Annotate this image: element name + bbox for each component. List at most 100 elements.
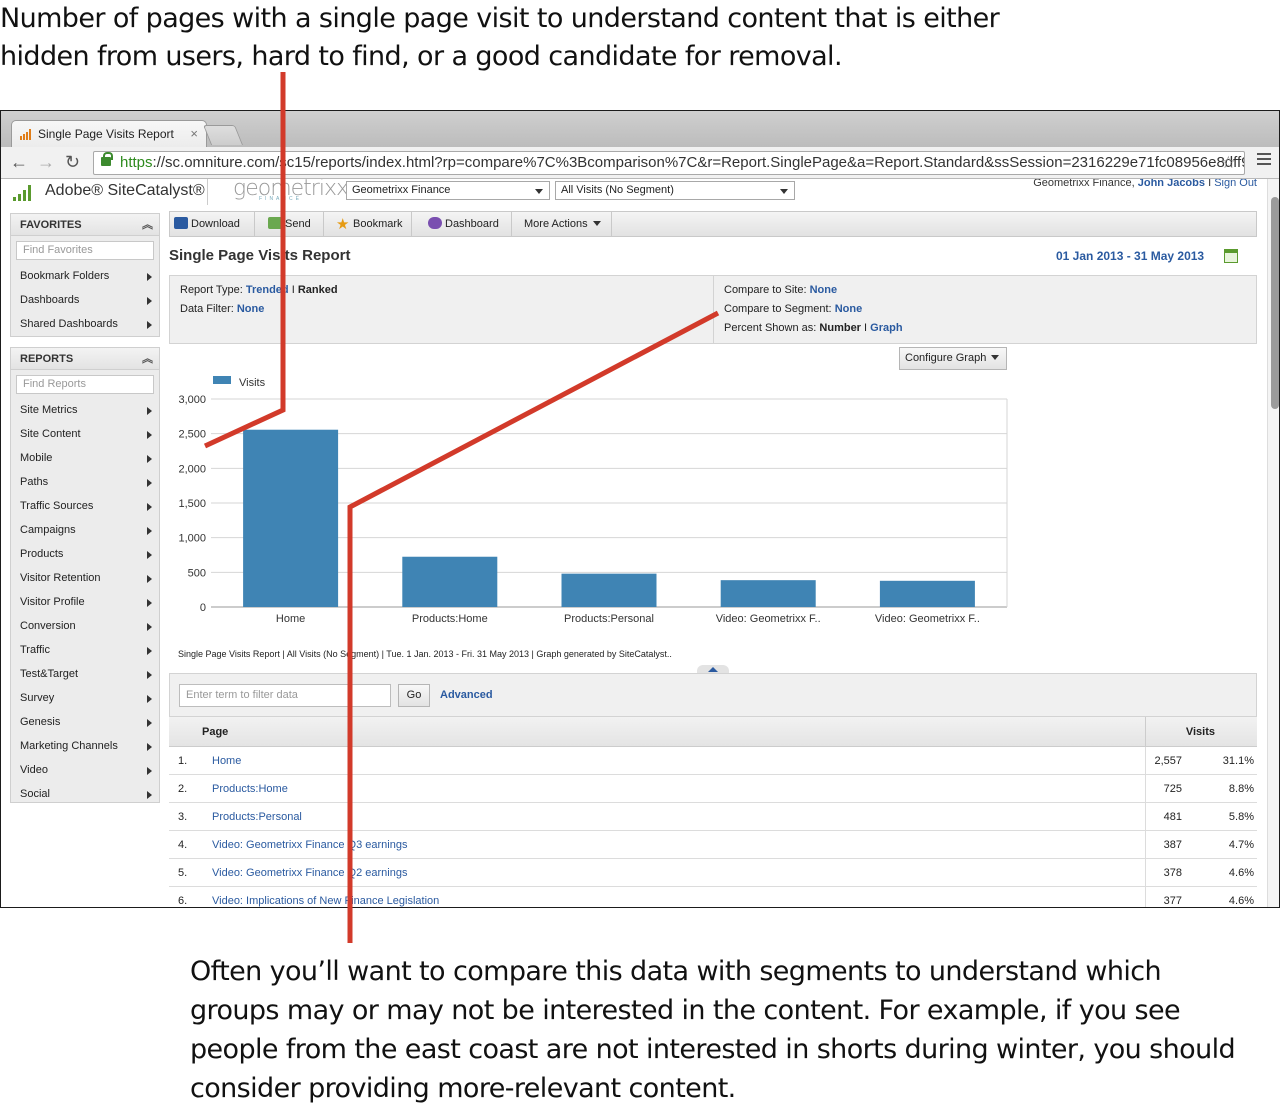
sidebar-item-social[interactable]: Social xyxy=(11,782,159,806)
chevron-right-icon xyxy=(147,719,152,727)
browser-menu-icon[interactable] xyxy=(1257,153,1271,168)
back-icon[interactable]: ← xyxy=(10,152,28,172)
sidebar-item-mobile[interactable]: Mobile xyxy=(11,446,159,470)
tab-single-page-visits[interactable]: Single Page Visits Report × xyxy=(11,120,207,147)
x-tick-label: Products:Home xyxy=(412,613,488,625)
scrollbar-thumb[interactable] xyxy=(1271,197,1279,409)
favorites-header[interactable]: FAVORITES ︽ xyxy=(11,214,159,236)
send-button[interactable]: Send xyxy=(264,212,324,236)
configure-graph-button[interactable]: Configure Graph xyxy=(899,347,1007,370)
trended-link[interactable]: Trended xyxy=(246,284,289,296)
dashboard-label: Dashboard xyxy=(445,218,499,230)
vertical-scrollbar[interactable] xyxy=(1267,179,1279,907)
dashboard-button[interactable]: Dashboard xyxy=(424,212,512,236)
bar[interactable] xyxy=(402,556,498,607)
chevron-right-icon xyxy=(147,297,152,305)
address-bar[interactable]: https://sc.omniture.com/sc15/reports/ind… xyxy=(93,151,1245,175)
sidebar-item-label: Conversion xyxy=(20,620,76,632)
report-type-line: Report Type: Trended I Ranked xyxy=(180,284,338,296)
user-name-link[interactable]: John Jacobs xyxy=(1138,179,1205,189)
row-page-link[interactable]: Video: Geometrixx Finance Q3 earnings xyxy=(212,839,407,851)
bookmark-button[interactable]: ★ Bookmark xyxy=(332,212,412,236)
sign-out-link[interactable]: Sign Out xyxy=(1214,179,1257,189)
new-tab-button[interactable] xyxy=(202,125,244,145)
annotation-top: Number of pages with a single page visit… xyxy=(0,3,1000,72)
sidebar-item-video[interactable]: Video xyxy=(11,758,159,782)
calendar-icon[interactable] xyxy=(1224,249,1238,263)
forward-icon[interactable]: → xyxy=(37,152,55,172)
row-page-link[interactable]: Video: Implications of New Finance Legis… xyxy=(212,895,439,907)
row-page-link[interactable]: Products:Personal xyxy=(212,811,302,823)
row-percent: 8.8% xyxy=(1228,783,1254,795)
sidebar-item-traffic[interactable]: Traffic xyxy=(11,638,159,662)
download-button[interactable]: Download xyxy=(170,212,255,236)
sidebar-item-campaigns[interactable]: Campaigns xyxy=(11,518,159,542)
compare-site-label: Compare to Site: xyxy=(724,284,807,296)
column-header-page[interactable]: Page xyxy=(202,726,228,738)
row-page-link[interactable]: Video: Geometrixx Finance Q2 earnings xyxy=(212,867,407,879)
bookmark-star-icon[interactable]: ☆ xyxy=(1221,152,1236,174)
sidebar-item-bookmark-folders[interactable]: Bookmark Folders xyxy=(11,264,159,288)
sidebar-item-shared-dashboards[interactable]: Shared Dashboards xyxy=(11,312,159,336)
sidebar-item-genesis[interactable]: Genesis xyxy=(11,710,159,734)
reports-header[interactable]: REPORTS ︽ xyxy=(11,348,159,370)
segment-select[interactable]: All Visits (No Segment) xyxy=(555,181,795,200)
close-tab-icon[interactable]: × xyxy=(190,126,198,141)
bar[interactable] xyxy=(243,429,339,607)
send-label: Send xyxy=(285,218,311,230)
data-filter-line: Data Filter: None xyxy=(180,303,264,315)
percent-graph-link[interactable]: Graph xyxy=(870,322,902,334)
date-range-link[interactable]: 01 Jan 2013 - 31 May 2013 xyxy=(1056,249,1204,263)
row-page-link[interactable]: Home xyxy=(212,755,241,767)
page-title: Single Page Visits Report xyxy=(169,247,351,264)
row-visits: 377 xyxy=(1163,895,1182,907)
sidebar-item-site-content[interactable]: Site Content xyxy=(11,422,159,446)
sidebar-item-marketing-channels[interactable]: Marketing Channels xyxy=(11,734,159,758)
column-divider xyxy=(1145,717,1146,747)
find-reports-input[interactable]: Find Reports xyxy=(16,375,154,394)
chevron-right-icon xyxy=(147,321,152,329)
header-divider xyxy=(207,179,208,205)
y-tick-label: 3,000 xyxy=(178,394,206,406)
chevron-right-icon xyxy=(147,575,152,583)
compare-site-link[interactable]: None xyxy=(810,284,838,296)
go-button[interactable]: Go xyxy=(398,684,430,707)
sidebar-item-visitor-profile[interactable]: Visitor Profile xyxy=(11,590,159,614)
bar[interactable] xyxy=(561,573,657,607)
sidebar-item-paths[interactable]: Paths xyxy=(11,470,159,494)
filter-input[interactable]: Enter term to filter data xyxy=(179,684,391,707)
sidebar-item-traffic-sources[interactable]: Traffic Sources xyxy=(11,494,159,518)
column-header-visits[interactable]: Visits xyxy=(1186,726,1215,738)
sidebar-item-label: Marketing Channels xyxy=(20,740,118,752)
sidebar-item-conversion[interactable]: Conversion xyxy=(11,614,159,638)
bookmark-label: Bookmark xyxy=(353,218,403,230)
legend-swatch xyxy=(213,376,231,384)
advanced-link[interactable]: Advanced xyxy=(440,689,493,701)
sidebar-item-dashboards[interactable]: Dashboards xyxy=(11,288,159,312)
column-divider xyxy=(1145,803,1146,831)
sidebar-item-survey[interactable]: Survey xyxy=(11,686,159,710)
sidebar-item-site-metrics[interactable]: Site Metrics xyxy=(11,398,159,422)
report-suite-value: Geometrixx Finance xyxy=(352,184,451,196)
y-tick-label: 1,000 xyxy=(178,533,206,545)
sidebar-item-visitor-retention[interactable]: Visitor Retention xyxy=(11,566,159,590)
more-actions-button[interactable]: More Actions xyxy=(520,212,612,236)
sidebar-item-products[interactable]: Products xyxy=(11,542,159,566)
data-filter-link[interactable]: None xyxy=(237,303,265,315)
bar[interactable] xyxy=(879,580,975,607)
x-tick-label: Products:Personal xyxy=(564,613,654,625)
sidebar-item-test-target[interactable]: Test&Target xyxy=(11,662,159,686)
collapse-chart-tab[interactable] xyxy=(697,665,729,673)
find-favorites-input[interactable]: Find Favorites xyxy=(16,241,154,260)
collapse-icon[interactable]: ︽ xyxy=(142,348,153,370)
report-suite-select[interactable]: Geometrixx Finance xyxy=(346,181,550,200)
chevron-right-icon xyxy=(147,623,152,631)
row-percent: 4.7% xyxy=(1228,839,1254,851)
row-page-link[interactable]: Products:Home xyxy=(212,783,288,795)
bar[interactable] xyxy=(720,580,816,607)
y-tick-label: 1,500 xyxy=(178,498,206,510)
compare-segment-link[interactable]: None xyxy=(835,303,863,315)
row-visits: 387 xyxy=(1163,839,1182,851)
collapse-icon[interactable]: ︽ xyxy=(142,214,153,236)
reload-icon[interactable]: ↻ xyxy=(65,152,80,172)
